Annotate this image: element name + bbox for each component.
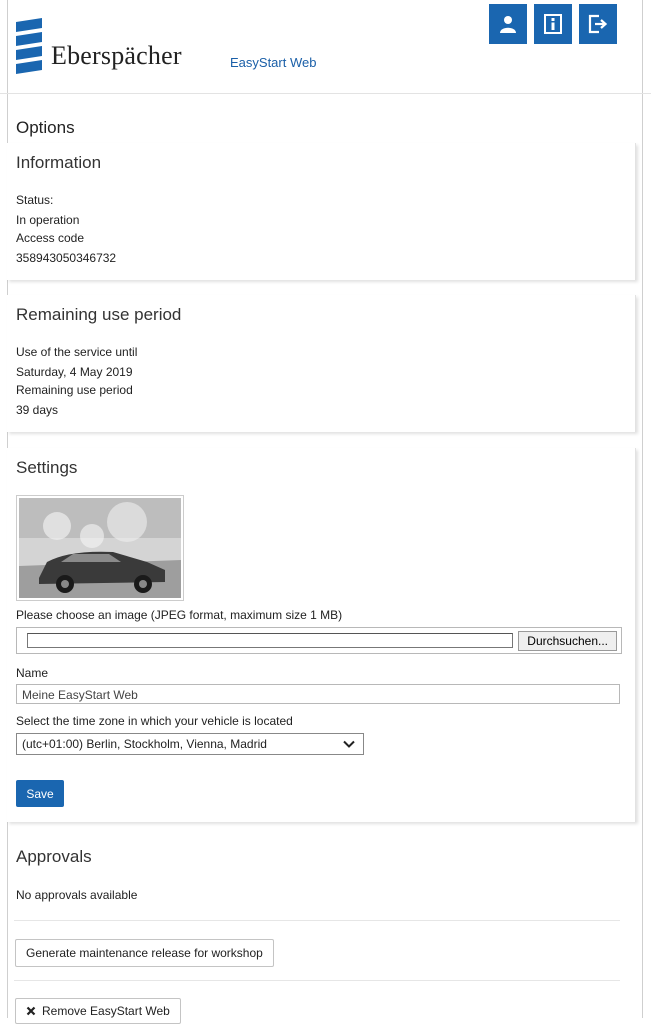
image-file-picker: Durchsuchen... — [16, 627, 622, 654]
info-button[interactable] — [534, 4, 572, 44]
remaining-period-card: Remaining use period Use of the service … — [7, 295, 636, 432]
remaining-title: Remaining use period — [16, 305, 182, 324]
brand-name: Eberspächer — [51, 41, 182, 70]
eberspaecher-logo-icon — [16, 18, 42, 74]
header: Eberspächer EasyStart Web — [0, 0, 651, 94]
footer-divider — [14, 980, 620, 981]
user-button[interactable] — [489, 4, 527, 44]
status-value: In operation — [16, 213, 80, 227]
page-title: Options — [16, 118, 75, 137]
vehicle-image — [16, 495, 184, 601]
name-label: Name — [16, 666, 49, 680]
remove-easystart-button[interactable]: Remove EasyStart Web — [15, 998, 181, 1024]
app-name-link[interactable]: EasyStart Web — [230, 55, 316, 70]
no-approvals-text: No approvals available — [16, 888, 138, 902]
generate-maintenance-release-label: Generate maintenance release for worksho… — [26, 946, 263, 960]
image-hint: Please choose an image (JPEG format, max… — [16, 608, 343, 622]
approvals-divider — [14, 920, 620, 921]
chevron-down-icon — [343, 740, 355, 748]
service-until-value: Saturday, 4 May 2019 — [16, 365, 133, 379]
access-code-value: 358943050346732 — [16, 251, 117, 265]
name-input[interactable]: Meine EasyStart Web — [16, 684, 620, 704]
info-icon — [544, 14, 562, 34]
generate-maintenance-release-button[interactable]: Generate maintenance release for worksho… — [15, 939, 274, 967]
logout-icon — [588, 14, 608, 34]
service-until-label: Use of the service until — [16, 345, 138, 359]
approvals-title: Approvals — [16, 847, 92, 866]
settings-title: Settings — [16, 458, 78, 477]
logout-button[interactable] — [579, 4, 617, 44]
save-button[interactable]: Save — [16, 780, 64, 807]
vehicle-photo — [19, 498, 181, 598]
remaining-period-label: Remaining use period — [16, 383, 133, 397]
information-card: Information Status: In operation Access … — [7, 143, 636, 280]
timezone-selected-value: (utc+01:00) Berlin, Stockholm, Vienna, M… — [22, 737, 267, 751]
timezone-select[interactable]: (utc+01:00) Berlin, Stockholm, Vienna, M… — [16, 733, 364, 755]
access-code-label: Access code — [16, 231, 85, 245]
remaining-period-value: 39 days — [16, 403, 59, 417]
settings-card: Settings Please choose an image (JPEG fo… — [7, 448, 636, 822]
status-label: Status: — [16, 193, 54, 207]
user-icon — [500, 16, 516, 33]
timezone-label: Select the time zone in which your vehic… — [16, 714, 293, 728]
remove-easystart-label: Remove EasyStart Web — [42, 1004, 170, 1018]
close-icon — [26, 1006, 36, 1016]
information-title: Information — [16, 153, 102, 172]
file-path-input[interactable] — [27, 633, 513, 648]
browse-button[interactable]: Durchsuchen... — [518, 631, 617, 651]
